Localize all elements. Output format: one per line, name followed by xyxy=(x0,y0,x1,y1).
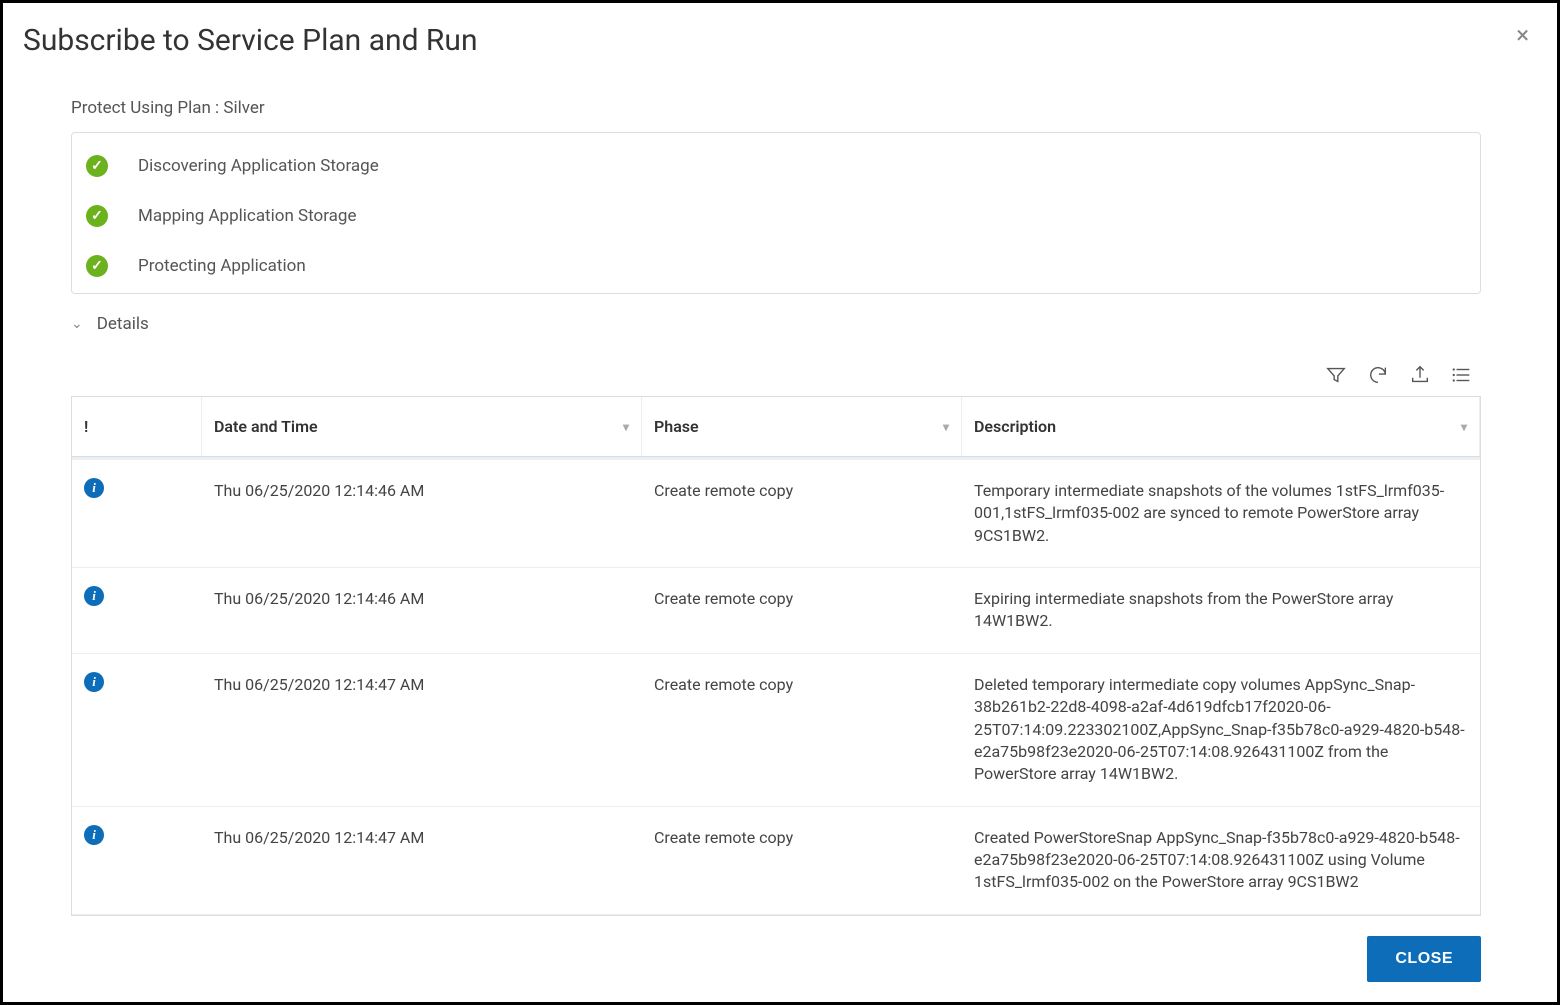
dialog-content: Protect Using Plan : Silver ✓ Discoverin… xyxy=(23,98,1529,982)
dialog-footer: CLOSE xyxy=(71,916,1481,982)
info-icon: i xyxy=(84,672,104,692)
cell-date: Thu 06/25/2020 12:14:41 AM xyxy=(202,457,642,459)
events-table: ! Date and Time ▾ Phase ▾ Description ▾ … xyxy=(71,396,1481,916)
cell-phase: Create remote copy xyxy=(642,568,962,653)
table-row[interactable]: i Thu 06/25/2020 12:14:47 AMCreate remote… xyxy=(72,654,1480,807)
filter-icon[interactable] xyxy=(1325,364,1347,386)
column-header-phase[interactable]: Phase ▾ xyxy=(642,397,962,456)
info-icon: i xyxy=(84,478,104,498)
cell-phase: Create remote copy xyxy=(642,807,962,914)
filter-icon[interactable]: ▾ xyxy=(943,420,949,434)
table-row[interactable]: i Thu 06/25/2020 12:14:47 AMCreate remote… xyxy=(72,807,1480,915)
step-label: Mapping Application Storage xyxy=(138,206,356,226)
step-row: ✓ Protecting Application xyxy=(86,245,1466,287)
cell-date: Thu 06/25/2020 12:14:46 AM xyxy=(202,460,642,567)
info-icon: i xyxy=(84,586,104,606)
cell-level: i xyxy=(72,457,202,459)
step-row: ✓ Discovering Application Storage xyxy=(86,145,1466,195)
cell-level: i xyxy=(72,807,202,914)
table-header: ! Date and Time ▾ Phase ▾ Description ▾ xyxy=(72,397,1480,457)
step-label: Discovering Application Storage xyxy=(138,156,379,176)
steps-panel: ✓ Discovering Application Storage ✓ Mapp… xyxy=(71,132,1481,294)
info-icon: i xyxy=(84,825,104,845)
plan-label: Protect Using Plan : Silver xyxy=(71,98,1481,118)
list-icon[interactable] xyxy=(1451,364,1473,386)
cell-date: Thu 06/25/2020 12:14:46 AM xyxy=(202,568,642,653)
table-body[interactable]: iThu 06/25/2020 12:14:41 AMCreate remote… xyxy=(72,457,1480,915)
close-button[interactable]: CLOSE xyxy=(1367,936,1481,982)
check-icon: ✓ xyxy=(86,255,108,277)
dialog-header: Subscribe to Service Plan and Run × xyxy=(23,23,1529,58)
column-header-date[interactable]: Date and Time ▾ xyxy=(202,397,642,456)
step-label: Protecting Application xyxy=(138,256,306,276)
cell-level: i xyxy=(72,460,202,567)
table-toolbar xyxy=(71,364,1481,386)
cell-phase: Create remote copy xyxy=(642,654,962,806)
dialog-title: Subscribe to Service Plan and Run xyxy=(23,23,478,58)
filter-icon[interactable]: ▾ xyxy=(623,420,629,434)
cell-description: Created PowerStoreSnap AppSync_Snap-f35b… xyxy=(962,807,1480,914)
close-icon[interactable]: × xyxy=(1516,23,1529,47)
column-header-description[interactable]: Description ▾ xyxy=(962,397,1480,456)
check-icon: ✓ xyxy=(86,205,108,227)
cell-date: Thu 06/25/2020 12:14:47 AM xyxy=(202,807,642,914)
cell-phase: Create remote copy xyxy=(642,460,962,567)
cell-level: i xyxy=(72,568,202,653)
check-icon: ✓ xyxy=(86,155,108,177)
details-label: Details xyxy=(97,314,149,334)
dialog: Subscribe to Service Plan and Run × Prot… xyxy=(3,3,1557,1002)
cell-description: Synchronization operation completed for … xyxy=(962,457,1480,459)
cell-date: Thu 06/25/2020 12:14:47 AM xyxy=(202,654,642,806)
column-header-level[interactable]: ! xyxy=(72,397,202,456)
step-row: ✓ Mapping Application Storage xyxy=(86,195,1466,245)
export-icon[interactable] xyxy=(1409,364,1431,386)
refresh-icon[interactable] xyxy=(1367,364,1389,386)
cell-description: Expiring intermediate snapshots from the… xyxy=(962,568,1480,653)
cell-phase: Create remote copy xyxy=(642,457,962,459)
details-toggle[interactable]: ⌄ Details xyxy=(71,314,1481,334)
cell-description: Deleted temporary intermediate copy volu… xyxy=(962,654,1480,806)
table-row[interactable]: iThu 06/25/2020 12:14:46 AMCreate remote… xyxy=(72,460,1480,568)
table-row[interactable]: i Thu 06/25/2020 12:14:46 AMCreate remote… xyxy=(72,568,1480,654)
chevron-down-icon: ⌄ xyxy=(71,316,83,332)
cell-level: i xyxy=(72,654,202,806)
filter-icon[interactable]: ▾ xyxy=(1461,420,1467,434)
cell-description: Temporary intermediate snapshots of the … xyxy=(962,460,1480,567)
